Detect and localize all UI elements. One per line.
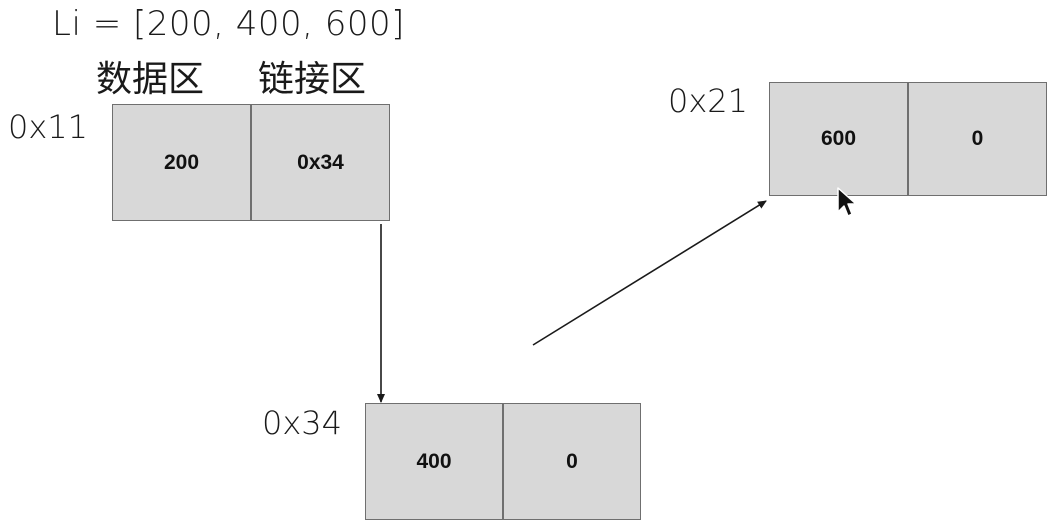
diagram-title: Li = [200, 400, 600] <box>52 4 405 44</box>
node-1-address: 0x11 <box>8 108 89 146</box>
node-3-address: 0x21 <box>668 82 749 120</box>
node-2-address: 0x34 <box>262 404 343 442</box>
node-2-link-cell: 0 <box>502 404 640 519</box>
link-area-label: 链接区 <box>258 59 367 100</box>
node-1-link-cell: 0x34 <box>250 105 389 220</box>
diagram-canvas: Li = [200, 400, 600] 数据区 链接区 0x11 200 0x… <box>0 0 1051 526</box>
data-area-label: 数据区 <box>96 59 205 100</box>
node-3-data-cell: 600 <box>770 83 907 195</box>
node-1: 200 0x34 <box>112 104 390 221</box>
node-3: 600 0 <box>769 82 1047 196</box>
link-arrow-to-node3 <box>532 200 767 346</box>
node-2: 400 0 <box>365 403 641 520</box>
node-3-link-cell: 0 <box>907 83 1046 195</box>
node-1-data-cell: 200 <box>113 105 250 220</box>
mouse-pointer-icon <box>836 186 860 224</box>
node-2-data-cell: 400 <box>366 404 502 519</box>
